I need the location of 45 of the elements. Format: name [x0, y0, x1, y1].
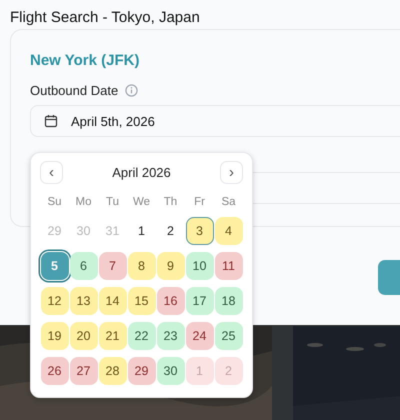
- month-title: April 2026: [112, 165, 171, 180]
- next-month-button[interactable]: ›: [220, 161, 243, 184]
- calendar-day[interactable]: 16: [156, 287, 184, 315]
- calendar-day[interactable]: 23: [156, 322, 184, 350]
- calendar-day[interactable]: 17: [186, 287, 214, 315]
- calendar-day[interactable]: 13: [70, 287, 98, 315]
- weekday-label: We: [132, 196, 152, 210]
- calendar-day[interactable]: 20: [70, 322, 98, 350]
- calendar-day[interactable]: 29: [128, 357, 156, 385]
- date-field[interactable]: April 5th, 2026: [30, 105, 400, 137]
- calendar-day[interactable]: 10: [186, 252, 214, 280]
- weekday-label: Tu: [105, 196, 120, 210]
- field-label: Outbound Date: [30, 83, 118, 98]
- weekday-label: Th: [162, 196, 178, 210]
- calendar-day[interactable]: 6: [70, 252, 98, 280]
- calendar-day[interactable]: 14: [98, 287, 126, 315]
- calendar-day[interactable]: 8: [128, 252, 156, 280]
- calendar-day[interactable]: 9: [156, 252, 184, 280]
- weekday-label: Su: [46, 196, 63, 210]
- page-title: Flight Search - Tokyo, Japan: [9, 8, 201, 28]
- calendar-day[interactable]: 30: [156, 357, 184, 385]
- origin-city: New York (JFK): [30, 52, 140, 69]
- calendar-day[interactable]: 3: [186, 217, 214, 245]
- calendar-day[interactable]: 15: [128, 287, 156, 315]
- previous-month-button[interactable]: ‹: [40, 161, 63, 184]
- calendar-day[interactable]: 7: [98, 252, 126, 280]
- calendar-day[interactable]: 2: [156, 217, 184, 245]
- calendar-day[interactable]: 25: [214, 322, 242, 350]
- calendar-day[interactable]: 21: [98, 322, 126, 350]
- calendar-icon: [44, 114, 58, 128]
- weekday-label: Fr: [193, 196, 206, 210]
- calendar-day[interactable]: 18: [214, 287, 242, 315]
- calendar-day[interactable]: 28: [98, 357, 126, 385]
- calendar-day[interactable]: 19: [40, 322, 68, 350]
- info-icon[interactable]: [125, 84, 138, 97]
- calendar-day[interactable]: 27: [70, 357, 98, 385]
- calendar-day[interactable]: 22: [128, 322, 156, 350]
- calendar-day[interactable]: 24: [186, 322, 214, 350]
- calendar-day[interactable]: 11: [214, 252, 242, 280]
- weekday-label: Sa: [220, 196, 237, 210]
- calendar-day[interactable]: 12: [40, 287, 68, 315]
- weekday-label: Mo: [74, 196, 92, 210]
- calendar-day[interactable]: 4: [214, 217, 242, 245]
- calendar-day[interactable]: 26: [40, 357, 68, 385]
- calendar-day[interactable]: 1: [128, 217, 156, 245]
